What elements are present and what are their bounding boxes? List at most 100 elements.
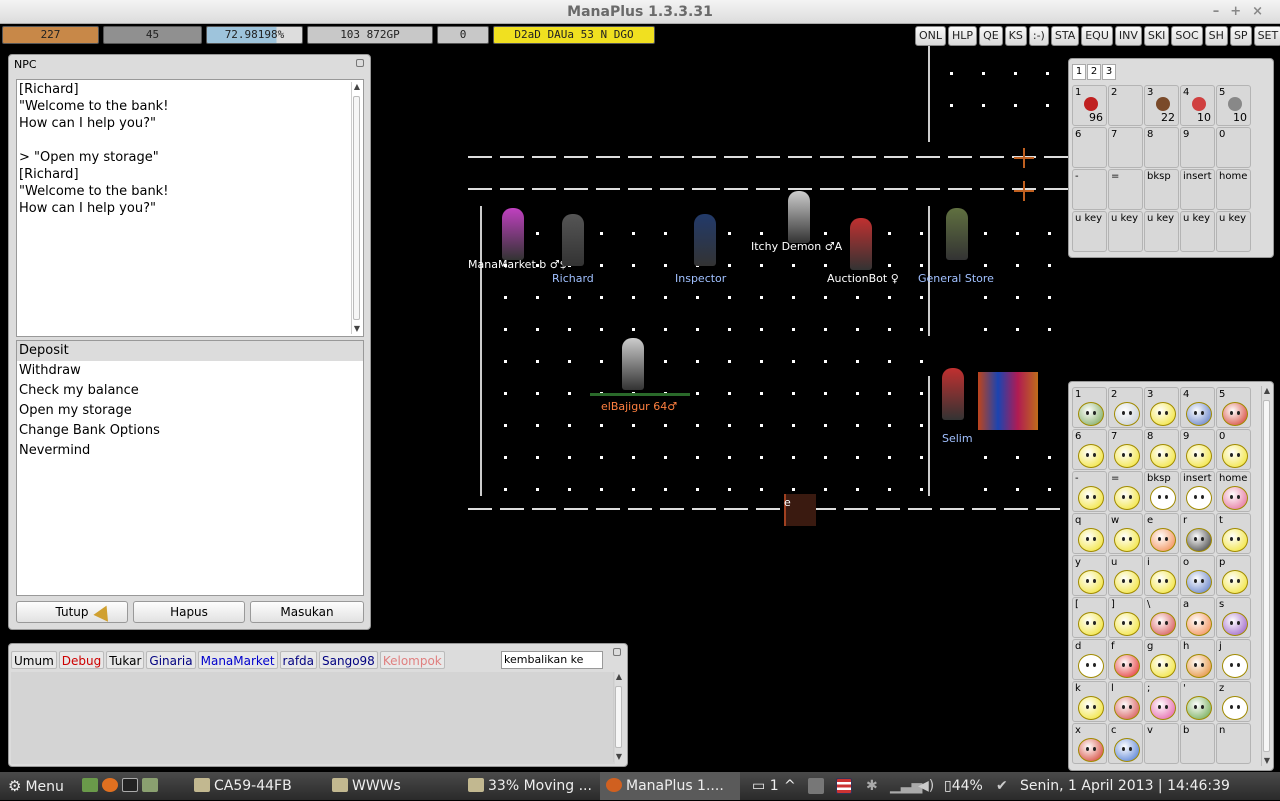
shortcut-slot[interactable]: 1 96 xyxy=(1072,85,1107,126)
game-map[interactable]: e ManaMarket b ♂$ Richard Inspector Itchy De… xyxy=(372,46,1068,772)
emote-slot[interactable]: n xyxy=(1216,723,1251,764)
shortcut-slot[interactable]: 7 xyxy=(1108,127,1143,168)
emote-slot[interactable]: i xyxy=(1144,555,1179,596)
shortcut-slot[interactable]: = xyxy=(1108,169,1143,210)
keyboard-layout-flag-icon[interactable] xyxy=(836,778,852,794)
chat-tab[interactable]: Debug xyxy=(58,651,105,669)
emote-slot[interactable]: - xyxy=(1072,471,1107,512)
emote-slot[interactable]: g xyxy=(1144,639,1179,680)
emote-slot[interactable]: u xyxy=(1108,555,1143,596)
toolbar-button[interactable]: ONL xyxy=(915,26,947,46)
character-sprite[interactable] xyxy=(502,208,524,260)
submit-button[interactable]: Masukan xyxy=(250,601,364,623)
character-sprite[interactable] xyxy=(562,214,584,266)
emote-slot[interactable]: p xyxy=(1216,555,1251,596)
emote-slot[interactable]: 6 xyxy=(1072,429,1107,470)
chevron-up-icon[interactable]: ^ xyxy=(784,772,796,800)
shortcut-slot[interactable]: insert xyxy=(1180,169,1215,210)
character-sprite[interactable] xyxy=(850,218,872,270)
close-icon[interactable]: × xyxy=(1252,4,1274,19)
emote-slot[interactable]: c xyxy=(1108,723,1143,764)
shortcut-slot[interactable]: 2 xyxy=(1108,85,1143,126)
character-sprite[interactable] xyxy=(946,208,968,260)
toolbar-button[interactable]: HLP xyxy=(948,26,978,46)
emote-slot[interactable]: f xyxy=(1108,639,1143,680)
emote-slot[interactable]: 8 xyxy=(1144,429,1179,470)
toolbar-button[interactable]: SOC xyxy=(1171,26,1203,46)
shortcut-slot[interactable]: 9 xyxy=(1180,127,1215,168)
scroll-down-icon[interactable]: ▼ xyxy=(1262,756,1272,766)
emote-slot[interactable]: = xyxy=(1108,471,1143,512)
task-button[interactable]: CA59-44FB xyxy=(194,772,292,800)
shortcut-slot[interactable]: 6 xyxy=(1072,127,1107,168)
emote-slot[interactable]: a xyxy=(1180,597,1215,638)
emote-slot[interactable]: 5 xyxy=(1216,387,1251,428)
shortcut-slot[interactable]: u key xyxy=(1216,211,1251,252)
shortcut-slot[interactable]: 5 10 xyxy=(1216,85,1251,126)
shortcut-tab[interactable]: 2 xyxy=(1087,64,1101,80)
chat-tab[interactable]: Sango98 xyxy=(319,651,378,669)
clock[interactable]: Senin, 1 April 2013 | 14:46:39 xyxy=(1020,772,1230,800)
emote-slot[interactable]: j xyxy=(1216,639,1251,680)
character-sprite[interactable] xyxy=(694,214,716,266)
character-sprite[interactable] xyxy=(788,191,810,243)
shortcut-tab[interactable]: 3 xyxy=(1102,64,1116,80)
shortcut-slot[interactable]: 0 xyxy=(1216,127,1251,168)
terminal-icon[interactable] xyxy=(122,778,138,792)
emote-slot[interactable]: w xyxy=(1108,513,1143,554)
emote-slot[interactable]: \ xyxy=(1144,597,1179,638)
start-menu-button[interactable]: ⚙ Menu xyxy=(8,772,64,800)
scrollbar-thumb[interactable] xyxy=(1263,400,1270,752)
emote-slot[interactable]: d xyxy=(1072,639,1107,680)
volume-icon[interactable]: ◀) xyxy=(918,772,934,800)
toolbar-button[interactable]: :-) xyxy=(1028,26,1049,46)
scroll-up-icon[interactable]: ▲ xyxy=(352,82,362,92)
shortcut-slot[interactable]: 3 22 xyxy=(1144,85,1179,126)
emote-slot[interactable]: z xyxy=(1216,681,1251,722)
firefox-icon[interactable] xyxy=(102,778,118,792)
npc-menu-item[interactable]: Deposit xyxy=(17,341,363,361)
task-button-active[interactable]: ManaPlus 1.... xyxy=(600,772,740,800)
pin-icon[interactable] xyxy=(356,59,364,67)
npc-text-scrollbar[interactable]: ▲ ▼ xyxy=(351,82,361,334)
toolbar-button[interactable]: KS xyxy=(1004,26,1027,46)
toolbar-button[interactable]: STA xyxy=(1050,26,1080,46)
chat-tab[interactable]: Umum xyxy=(11,651,57,669)
shortcut-slot[interactable]: u key xyxy=(1180,211,1215,252)
emote-slot[interactable]: s xyxy=(1216,597,1251,638)
emote-slot[interactable]: 7 xyxy=(1108,429,1143,470)
emote-slot[interactable]: 3 xyxy=(1144,387,1179,428)
toolbar-button[interactable]: SP xyxy=(1229,26,1252,46)
toolbar-button[interactable]: SET xyxy=(1253,26,1280,46)
emote-slot[interactable]: v xyxy=(1144,723,1179,764)
minimize-icon[interactable]: – xyxy=(1213,4,1231,19)
character-sprite[interactable] xyxy=(942,368,964,420)
npc-menu-item[interactable]: Open my storage xyxy=(17,401,363,421)
notifications[interactable]: ▭ 1 xyxy=(752,772,779,800)
chat-tab[interactable]: ManaMarket xyxy=(197,651,278,669)
emote-slot[interactable]: k xyxy=(1072,681,1107,722)
emote-slot[interactable]: e xyxy=(1144,513,1179,554)
task-button[interactable]: WWWs xyxy=(332,772,401,800)
emote-scrollbar[interactable]: ▲ ▼ xyxy=(1261,386,1271,766)
scroll-up-icon[interactable]: ▲ xyxy=(1262,386,1272,396)
npc-menu-item[interactable]: Nevermind xyxy=(17,441,363,461)
chat-tab[interactable]: rafda xyxy=(279,651,318,669)
toolbar-button[interactable]: QE xyxy=(979,26,1003,46)
emote-slot[interactable]: ' xyxy=(1180,681,1215,722)
toolbar-button[interactable]: EQU xyxy=(1081,26,1113,46)
emote-slot[interactable]: home xyxy=(1216,471,1251,512)
emote-slot[interactable]: 9 xyxy=(1180,429,1215,470)
emote-slot[interactable]: [ xyxy=(1072,597,1107,638)
emote-slot[interactable]: t xyxy=(1216,513,1251,554)
emote-slot[interactable]: y xyxy=(1072,555,1107,596)
toolbar-button[interactable]: SKI xyxy=(1143,26,1170,46)
emote-slot[interactable]: b xyxy=(1180,723,1215,764)
shortcut-slot[interactable]: bksp xyxy=(1144,169,1179,210)
emote-slot[interactable]: ; xyxy=(1144,681,1179,722)
emote-slot[interactable]: insert xyxy=(1180,471,1215,512)
file-manager-icon[interactable] xyxy=(82,778,98,792)
shortcut-slot[interactable]: u key xyxy=(1108,211,1143,252)
shortcut-slot[interactable]: 8 xyxy=(1144,127,1179,168)
emote-slot[interactable]: h xyxy=(1180,639,1215,680)
